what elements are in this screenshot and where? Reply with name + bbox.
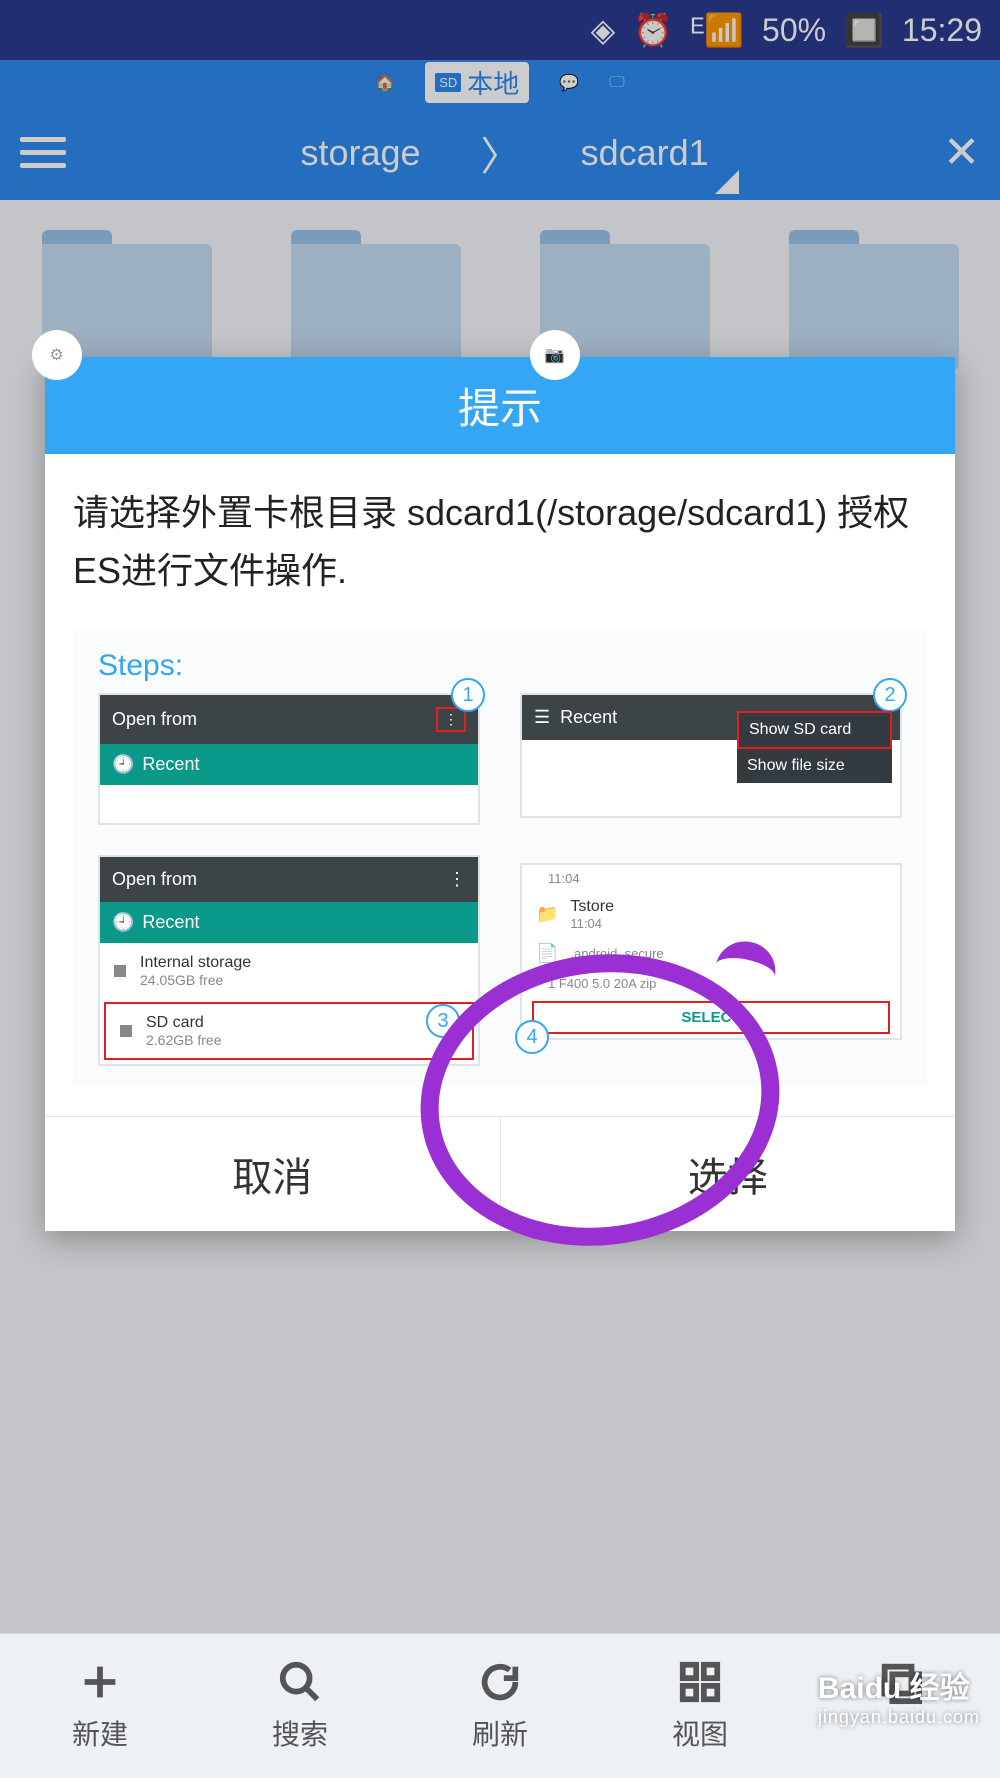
dialog-message: 请选择外置卡根目录 sdcard1(/storage/sdcard1) 授权ES… bbox=[73, 484, 927, 599]
permission-dialog: 提示 请选择外置卡根目录 sdcard1(/storage/sdcard1) 授… bbox=[45, 357, 955, 1231]
gear-icon: ⚙ bbox=[32, 330, 82, 380]
refresh-button[interactable]: 刷新 bbox=[400, 1659, 600, 1753]
step-2: 2 ☰Recent Show SD card Show file size bbox=[520, 693, 902, 825]
view-button[interactable]: 视图 bbox=[600, 1659, 800, 1753]
step-3: 3 Open from⋮ 🕘Recent Internal storage24.… bbox=[98, 855, 480, 1066]
camera-icon: 📷 bbox=[530, 330, 580, 380]
cancel-button[interactable]: 取消 bbox=[45, 1117, 501, 1231]
search-button[interactable]: 搜索 bbox=[200, 1659, 400, 1753]
dialog-title: 提示 bbox=[45, 357, 955, 454]
steps-label: Steps: bbox=[98, 649, 902, 683]
step-1: 1 Open from⋮ 🕘Recent bbox=[98, 693, 480, 825]
watermark: Baidu 经验 jingyan.baidu.com bbox=[818, 1663, 980, 1728]
step-4: 4 11:04 📁Tstore11:04 📄.android_secure 1 … bbox=[520, 855, 902, 1066]
new-button[interactable]: 新建 bbox=[0, 1659, 200, 1753]
select-button[interactable]: 选择 bbox=[501, 1117, 956, 1231]
